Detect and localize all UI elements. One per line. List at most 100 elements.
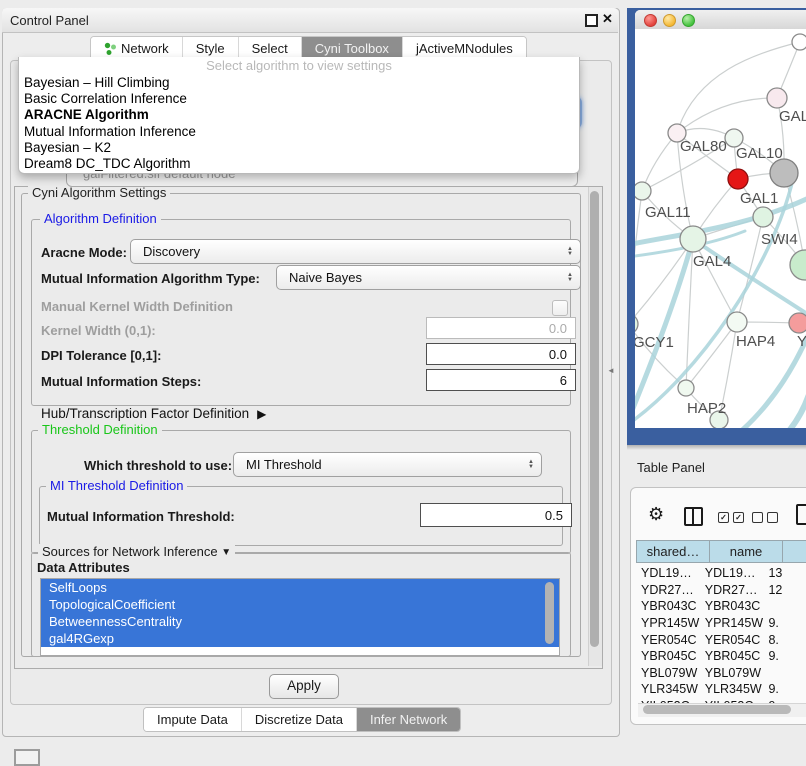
close-traffic-light-icon[interactable] <box>644 14 657 27</box>
node-label-gal10: GAL10 <box>736 145 783 162</box>
tab-label: Infer Network <box>370 709 447 731</box>
table-cell: 8. <box>764 633 806 647</box>
node-label-gcy1: GCY1 <box>635 334 674 351</box>
table-row[interactable]: YDL19…YDL19…13 <box>637 565 806 582</box>
table-row[interactable]: YER054CYER054C8. <box>637 631 806 648</box>
node-label-hap4: HAP4 <box>736 333 775 350</box>
node-label-gal11: GAL11 <box>645 204 691 221</box>
table-row[interactable]: YPR145WYPR145W9. <box>637 615 806 632</box>
algorithm-option[interactable]: ARACNE Algorithm <box>19 107 579 123</box>
algorithm-option[interactable]: Bayesian – Hill Climbing <box>19 75 579 91</box>
splitter-collapse-icon[interactable]: ◄ <box>607 366 615 375</box>
kernel-width-label: Kernel Width (0,1): <box>41 323 156 338</box>
algorithm-option[interactable]: Mutual Information Inference <box>19 124 579 140</box>
node-swi4[interactable] <box>753 207 773 227</box>
table-row[interactable]: YBL079WYBL079W <box>637 665 806 682</box>
table-cell: YBL079W <box>701 666 765 680</box>
table-row[interactable]: YDR27…YDR27…12 <box>637 582 806 599</box>
algorithm-option[interactable]: Dream8 DC_TDC Algorithm <box>19 156 579 172</box>
node-hap2[interactable] <box>678 380 694 396</box>
stepper-icon[interactable]: ▲▼ <box>567 273 573 283</box>
node-gal11[interactable] <box>635 182 651 200</box>
dock-window-icon[interactable] <box>14 749 40 766</box>
mi-steps-field[interactable]: 6 <box>426 369 576 391</box>
attribute-item[interactable]: gal4RGexp <box>41 630 559 647</box>
float-window-icon[interactable] <box>585 14 598 27</box>
tab-impute-data[interactable]: Impute Data <box>144 708 242 731</box>
table-cell: YBR045C <box>701 649 765 663</box>
network-edge[interactable] <box>677 98 777 133</box>
expand-triangle-icon[interactable]: ▶ <box>257 407 266 421</box>
node-top[interactable] <box>792 34 806 50</box>
collapse-triangle-icon[interactable]: ▼ <box>221 547 231 558</box>
attributes-list-scrollbar-thumb[interactable] <box>545 582 554 644</box>
network-view-titlebar[interactable] <box>635 10 806 30</box>
table-cell: 12 <box>764 583 806 597</box>
algorithm-option[interactable]: Basic Correlation Inference <box>19 91 579 107</box>
threshold-definition-legend: Threshold Definition <box>38 422 162 437</box>
network-view-shadow <box>627 445 806 450</box>
manual-kernel-width-label: Manual Kernel Width Definition <box>41 299 233 314</box>
aracne-mode-label: Aracne Mode: <box>41 245 127 260</box>
settings-scrollbar-thumb[interactable] <box>590 191 599 647</box>
manual-kernel-width-checkbox[interactable] <box>552 300 568 316</box>
apply-button[interactable]: Apply <box>269 674 339 699</box>
network-edge-highlighted[interactable] <box>693 239 806 319</box>
network-icon <box>104 42 116 55</box>
column-header[interactable] <box>782 540 806 563</box>
cyni-algorithm-settings-legend: Cyni Algorithm Settings <box>28 185 170 200</box>
aracne-mode-value: Discovery <box>143 244 200 259</box>
tab-discretize-data[interactable]: Discretize Data <box>242 708 357 731</box>
aracne-mode-combobox[interactable]: Discovery ▲▼ <box>130 239 581 264</box>
kernel-width-field[interactable]: 0.0 <box>426 317 576 339</box>
mi-steps-label: Mutual Information Steps: <box>41 374 201 389</box>
mi-threshold-field[interactable]: 0.5 <box>420 503 572 527</box>
sources-legend[interactable]: Sources for Network Inference ▼ <box>38 544 235 559</box>
minimize-traffic-light-icon[interactable] <box>663 14 676 27</box>
network-edge[interactable] <box>693 239 737 322</box>
table-panel-title: Table Panel <box>637 460 705 475</box>
document-icon[interactable] <box>796 504 806 525</box>
dpi-tolerance-label: DPI Tolerance [0,1]: <box>41 348 161 363</box>
node-gal7[interactable] <box>767 88 787 108</box>
node-selected-red[interactable] <box>728 169 748 189</box>
table-cell: YPR145W <box>637 616 701 630</box>
hub-definition-label: Hub/Transcription Factor Definition <box>41 406 249 421</box>
data-attributes-list[interactable]: SelfLoopsTopologicalCoefficientBetweenne… <box>40 578 560 656</box>
node-gal4[interactable] <box>680 226 706 252</box>
hub-definition-expander[interactable]: Hub/Transcription Factor Definition ▶ <box>41 406 266 421</box>
table-row[interactable]: YLR345WYLR345W9. <box>637 681 806 698</box>
split-columns-icon[interactable] <box>684 507 703 526</box>
which-threshold-combobox[interactable]: MI Threshold ▲▼ <box>233 452 542 477</box>
attribute-item[interactable]: SelfLoops <box>41 579 559 596</box>
table-horizontal-scrollbar-thumb[interactable] <box>643 705 791 714</box>
gear-icon[interactable]: ⚙ <box>648 504 664 525</box>
node-right-large[interactable] <box>790 250 806 280</box>
attribute-item[interactable]: BetweennessCentrality <box>41 613 559 630</box>
table-row[interactable]: YBR043CYBR043C <box>637 598 806 615</box>
algorithm-option[interactable]: Bayesian – K2 <box>19 140 579 156</box>
stepper-icon[interactable]: ▲▼ <box>528 460 534 470</box>
column-header[interactable]: shared… <box>636 540 710 563</box>
network-edge[interactable] <box>686 322 737 388</box>
stepper-icon[interactable]: ▲▼ <box>567 247 573 257</box>
attribute-item[interactable]: TopologicalCoefficient <box>41 596 559 613</box>
dpi-tolerance-field[interactable]: 0.0 <box>426 343 576 365</box>
zoom-traffic-light-icon[interactable] <box>682 14 695 27</box>
algorithm-definition-legend: Algorithm Definition <box>40 211 161 226</box>
mi-threshold-definition-legend: MI Threshold Definition <box>46 478 187 493</box>
column-header[interactable]: name <box>709 540 783 563</box>
node-hap4[interactable] <box>727 312 747 332</box>
network-edge[interactable] <box>635 191 642 324</box>
network-canvas[interactable]: GAL7GAL80GAL10GAL1GAL11SWI4GAL4GCY1HAP4Y… <box>635 29 806 428</box>
close-icon[interactable]: ✕ <box>602 11 613 27</box>
select-all-checkboxes-icon[interactable]: ✓ ✓ <box>718 512 744 523</box>
node-gray[interactable] <box>770 159 798 187</box>
table-row[interactable]: YBR045CYBR045C9. <box>637 648 806 665</box>
mi-algorithm-type-combobox[interactable]: Naive Bayes ▲▼ <box>276 265 581 290</box>
tab-infer-network[interactable]: Infer Network <box>357 708 460 731</box>
data-attributes-label: Data Attributes <box>37 560 130 575</box>
node-gcy1[interactable] <box>635 314 638 334</box>
node-pink-right[interactable] <box>789 313 806 333</box>
deselect-all-checkboxes-icon[interactable] <box>752 512 778 523</box>
